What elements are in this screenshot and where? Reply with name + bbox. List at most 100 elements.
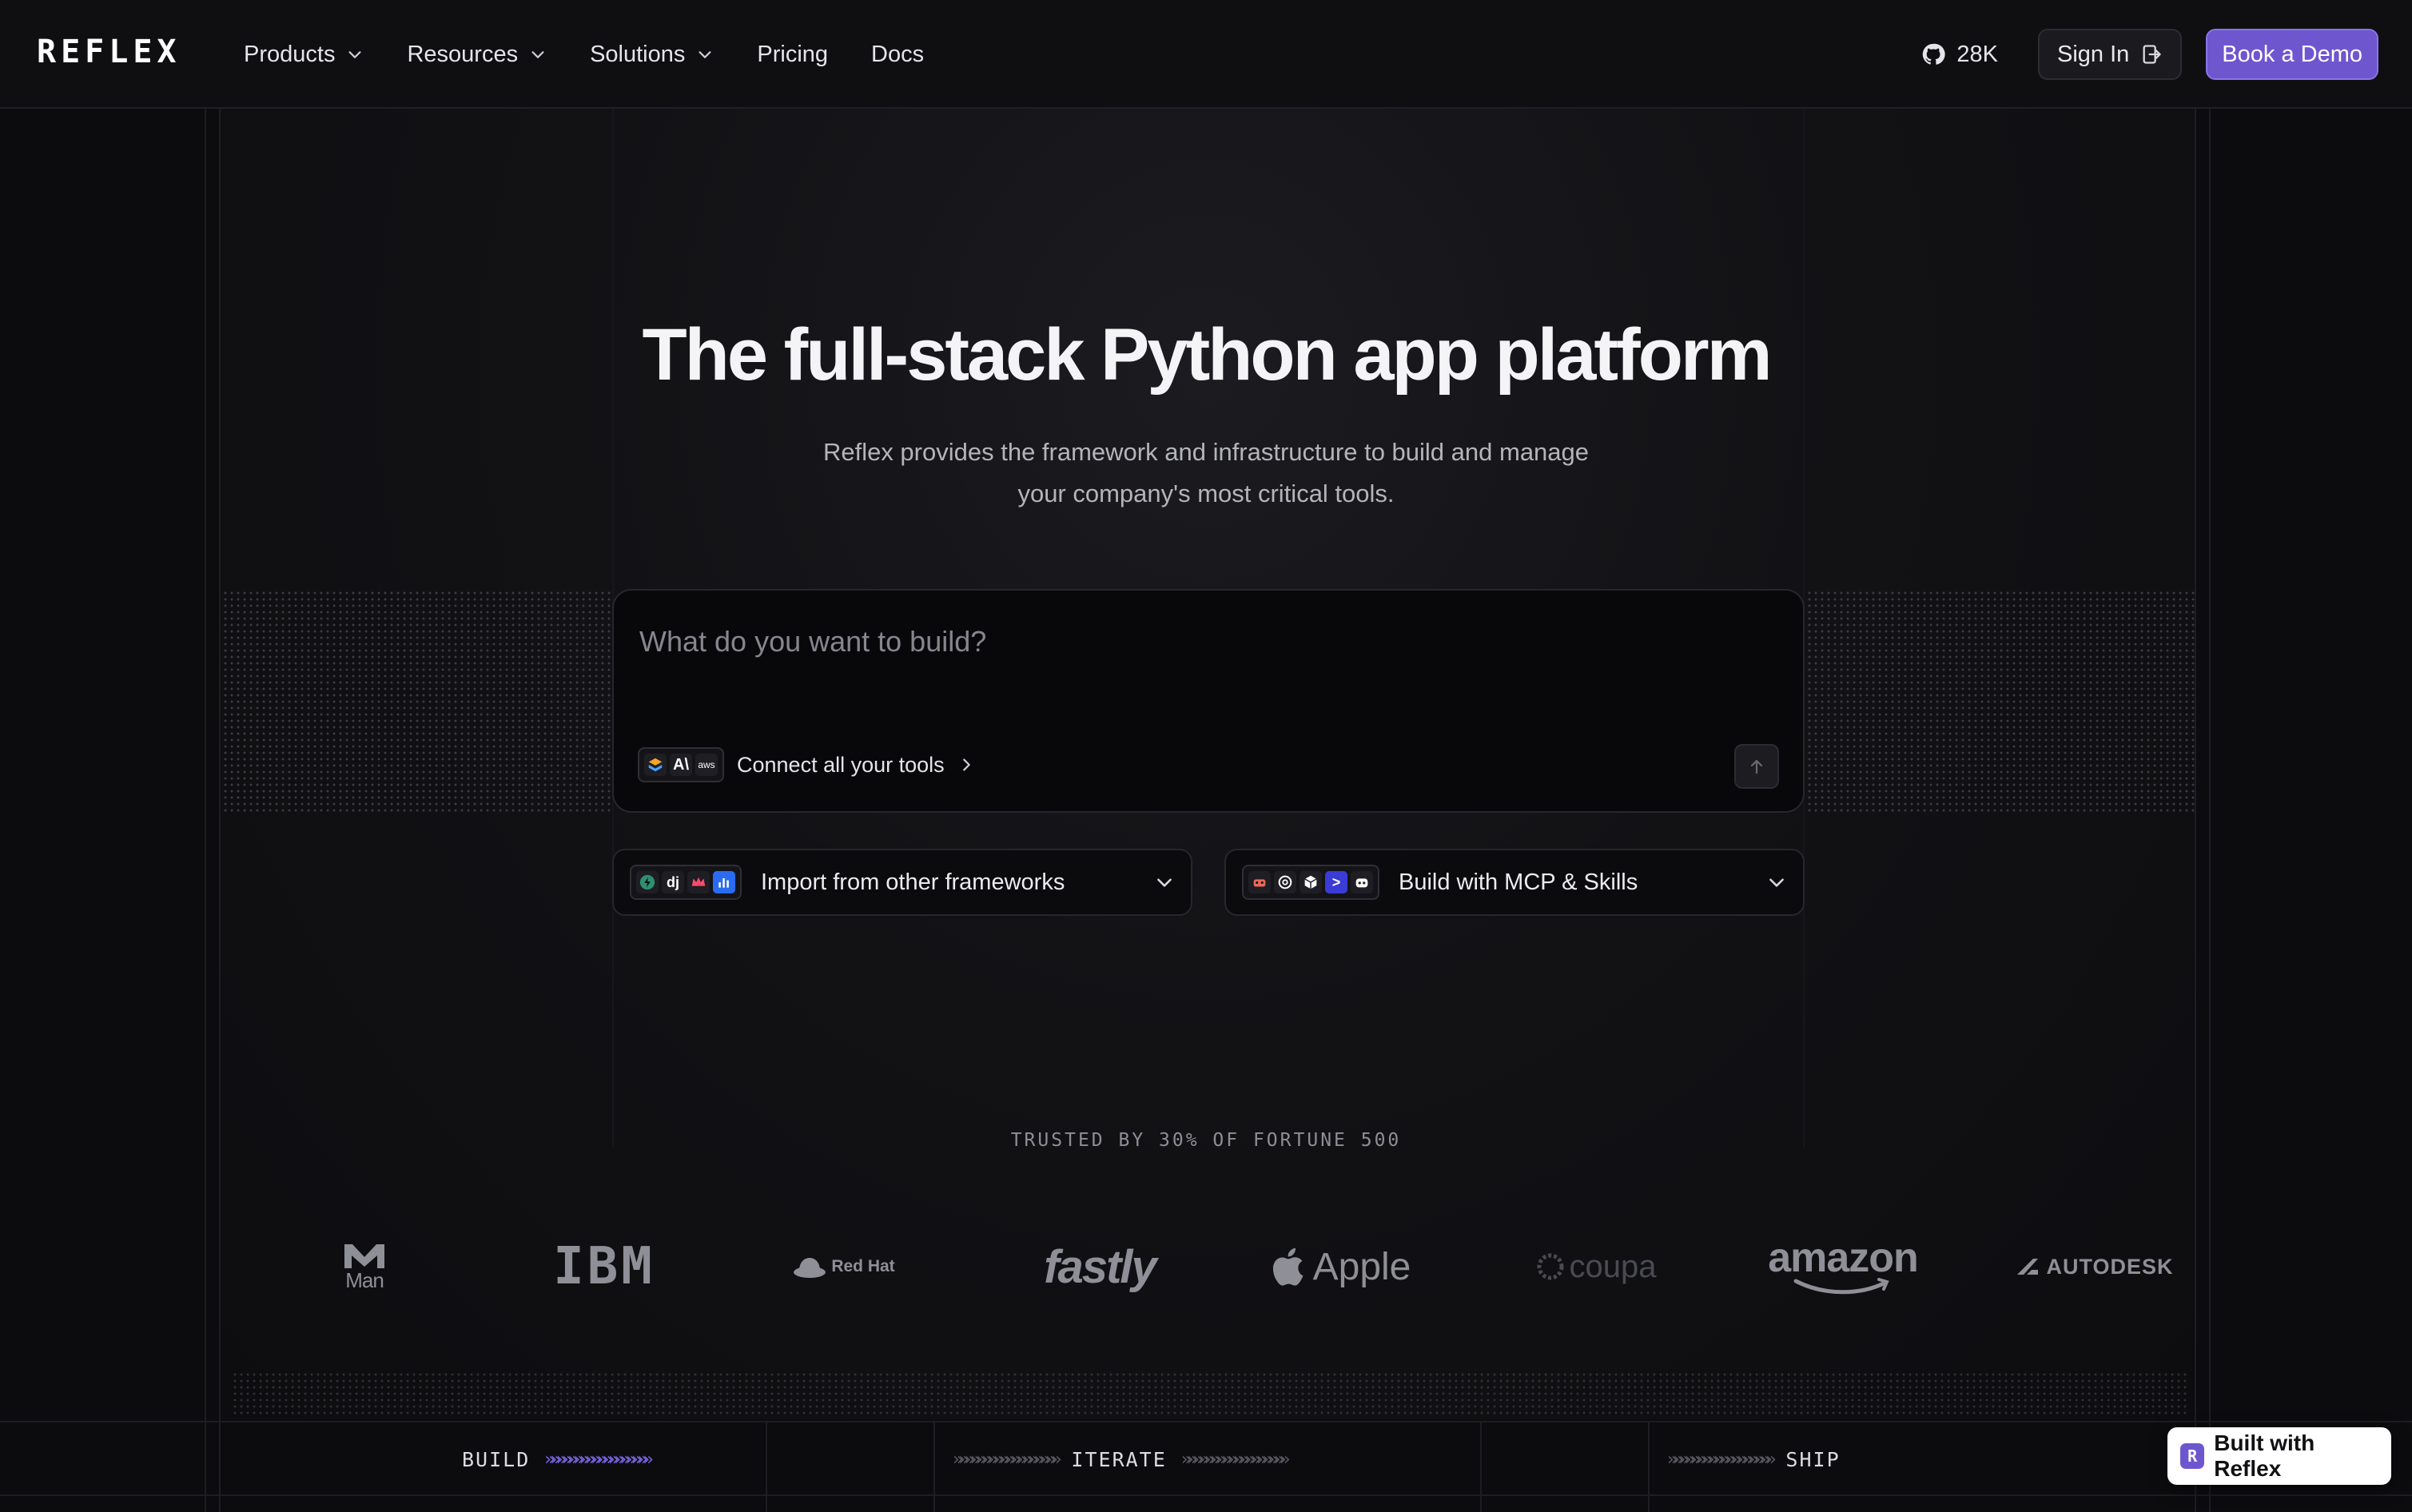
built-with-reflex-label: Built with Reflex [2214,1430,2315,1481]
logo-text: AUTODESK [2046,1254,2174,1279]
nav-item-docs[interactable]: Docs [871,42,924,68]
cube-icon [1300,871,1322,893]
frame-line [1480,1421,1482,1512]
github-stars-count: 28K [1956,41,1998,67]
sign-in-button[interactable]: Sign In [2038,29,2183,80]
divider [0,1421,2412,1422]
box-stack-icon [644,754,667,776]
hero-subtitle-line: your company's most critical tools. [1017,479,1395,507]
nav-item-label: Resources [407,41,519,67]
step-arrows: »»»»»»»»»»»»»»»»»» [1180,1449,1290,1470]
logo-coupa: coupa [1515,1231,1675,1303]
step-label: ITERATE [1071,1447,1167,1471]
nav-item-pricing[interactable]: Pricing [757,42,828,68]
logo-amazon: amazon [1747,1231,1939,1303]
anthropic-icon: A\ [670,754,692,776]
dot-pattern-right [1806,590,2195,812]
coupa-icon [1537,1253,1563,1280]
step-arrows: »»»»»»»»»»»»»»»»»» [544,1449,653,1470]
logo-text: coupa [1569,1248,1657,1284]
mcp-icons-group: > [1242,865,1379,900]
nav-item-label: Docs [871,41,925,67]
aws-icon: aws [695,754,718,776]
nav-item-label: Pricing [757,41,829,67]
openai-icon [1274,871,1296,893]
streamlit-icon [636,871,659,893]
chevron-down-icon [348,51,361,58]
robot-icon [1351,871,1373,893]
autodesk-icon [2017,1259,2039,1275]
nav-item-resources[interactable]: Resources [407,42,547,68]
sign-in-icon [2143,45,2161,64]
build-prompt-input[interactable] [639,618,1678,666]
apple-icon [1272,1247,1304,1286]
terminal-icon: > [1325,871,1347,893]
nav-item-solutions[interactable]: Solutions [590,42,714,68]
trusted-by-label: TRUSTED BY 30% OF FORTUNE 500 [1010,1130,1402,1151]
dot-pattern-bottom [232,1371,2190,1416]
book-demo-label: Book a Demo [2222,41,2362,67]
nav-item-label: Products [244,41,336,67]
bug-icon [1248,871,1271,893]
connect-tools-label: Connect all your tools [737,752,945,777]
chart-icon [713,871,735,893]
mcp-skills-label: Build with MCP & Skills [1399,869,1638,895]
django-icon: dj [662,871,684,893]
logo-fastly: fastly [1020,1231,1180,1303]
logo-red-hat: Red Hat [780,1231,908,1303]
reflex-mark-icon: R [2180,1443,2205,1469]
amazon-smile-icon [1793,1278,1889,1295]
nav-item-label: Solutions [590,41,686,67]
chevron-down-icon [531,51,544,58]
logo-text: Man [345,1268,384,1292]
logo-text: Apple [1312,1245,1411,1288]
arrow-up-icon [1750,759,1763,774]
divider [0,1494,2412,1496]
logo-text: IBM [553,1237,655,1296]
step-iterate: »»»»»»»»»»»»»»»»»» ITERATE »»»»»»»»»»»»»… [953,1445,1290,1474]
reflex-logo[interactable]: REFLEX [37,34,181,70]
nav-menu: Products Resources Solutions Pricing Doc… [244,0,924,109]
logo-text: fastly [1044,1240,1157,1293]
github-stars-link[interactable]: 28K [1921,42,1998,68]
framework-icons-group: dj [630,865,742,900]
sign-in-label: Sign In [2057,41,2130,67]
frame-line [1648,1421,1650,1512]
nav-actions: 28K Sign In Book a Demo [1921,0,2378,109]
crown-icon [687,871,710,893]
chevron-right-icon [962,758,970,771]
logo-text: Red Hat [831,1257,895,1275]
chevron-down-icon [1157,878,1172,887]
dot-pattern-left [222,590,611,812]
github-icon [1923,43,1946,65]
hero-title: The full-stack Python app platform [642,314,1772,396]
built-with-reflex-badge[interactable]: R Built with Reflex [2167,1427,2391,1485]
book-demo-button[interactable]: Book a Demo [2206,29,2378,80]
step-build: BUILD »»»»»»»»»»»»»»»»»» [462,1445,654,1474]
step-label: BUILD [462,1447,531,1471]
logo-autodesk: AUTODESK [1995,1231,2195,1303]
hero-subtitle-line: Reflex provides the framework and infras… [822,438,1590,466]
submit-prompt-button[interactable] [1734,744,1779,789]
top-navbar: REFLEX Products Resources Solutions Pric… [0,0,2412,109]
nav-item-products[interactable]: Products [244,42,364,68]
import-frameworks-dropdown[interactable]: dj Import from other frameworks [612,849,1192,916]
import-frameworks-label: Import from other frameworks [761,869,1065,895]
chevron-down-icon [1769,878,1784,887]
mcp-skills-dropdown[interactable]: > Build with MCP & Skills [1224,849,1805,916]
chevron-down-icon [699,51,711,58]
logo-apple: Apple [1260,1231,1419,1303]
build-prompt-box: A\ aws Connect all your tools [612,589,1805,813]
tool-icons-group: A\ aws [638,747,724,782]
hero-subtitle: Reflex provides the framework and infras… [0,432,2412,515]
step-label: SHIP [1785,1447,1841,1471]
step-ship: »»»»»»»»»»»»»»»»»» SHIP [1667,1445,1841,1474]
customer-logos: Man IBM Red Hat fastly Apple coupa amazo… [221,1231,2195,1303]
frame-line [933,1421,935,1512]
logo-man: Man [308,1231,420,1303]
logo-text: amazon [1768,1235,1919,1281]
logo-text: REFLEX [37,34,181,70]
frame-line [766,1421,767,1512]
connect-tools-link[interactable]: A\ aws Connect all your tools [638,747,975,782]
step-arrows: »»»»»»»»»»»»»»»»»» [953,1449,1061,1470]
